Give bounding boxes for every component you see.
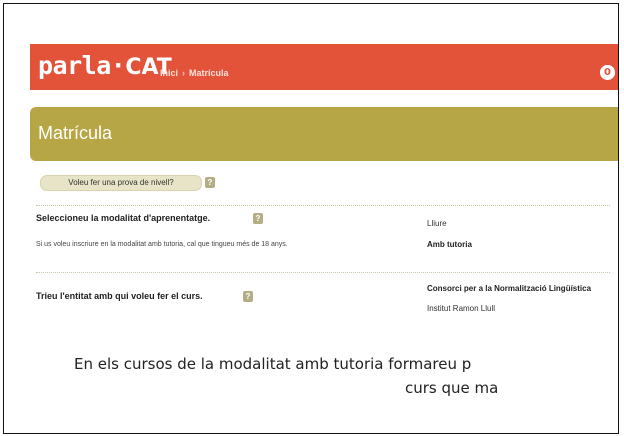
breadcrumb-separator: › <box>182 68 186 78</box>
logo-dot: · <box>110 51 126 80</box>
level-test-button[interactable]: Voleu fer una prova de nivell? <box>40 175 202 191</box>
caption-line-1: En els cursos de la modalitat amb tutori… <box>74 355 472 373</box>
modality-option-lliure[interactable]: Lliure <box>427 219 447 228</box>
parlacat-logo[interactable]: parla·CAT <box>38 51 172 83</box>
breadcrumb-home-link[interactable]: Inici <box>160 68 178 78</box>
site-header: parla·CAT Inici › Matrícula 0 <box>30 44 618 90</box>
modality-help-icon[interactable]: ? <box>253 213 263 224</box>
caption-line-2: curs que ma <box>405 379 499 397</box>
divider <box>36 205 610 206</box>
divider <box>36 272 610 273</box>
entity-help-icon[interactable]: ? <box>243 291 253 302</box>
logo-word: parla <box>38 51 111 80</box>
breadcrumb: Inici › Matrícula <box>160 68 229 78</box>
entity-option-institut-ramon-llull[interactable]: Institut Ramon Llull <box>427 304 495 313</box>
cart-count-badge[interactable]: 0 <box>600 65 615 80</box>
page-title: Matrícula <box>38 123 113 143</box>
modality-option-amb-tutoria[interactable]: Amb tutoria <box>427 240 472 249</box>
screenshot-frame: parla·CAT Inici › Matrícula 0 Matrícula Vo… <box>3 3 619 434</box>
help-icon[interactable]: ? <box>205 177 215 188</box>
entity-option-consorci[interactable]: Consorci per a la Normalització Lingüíst… <box>427 284 591 293</box>
modality-label: Seleccioneu la modalitat d'aprenentatge. <box>36 213 211 223</box>
modality-age-note: Si us voleu inscriure en la modalitat am… <box>36 241 288 248</box>
entity-label: Trieu l'entitat amb qui voleu fer el cur… <box>36 291 203 301</box>
page-title-bar: Matrícula <box>30 107 618 161</box>
breadcrumb-current: Matrícula <box>189 68 229 78</box>
